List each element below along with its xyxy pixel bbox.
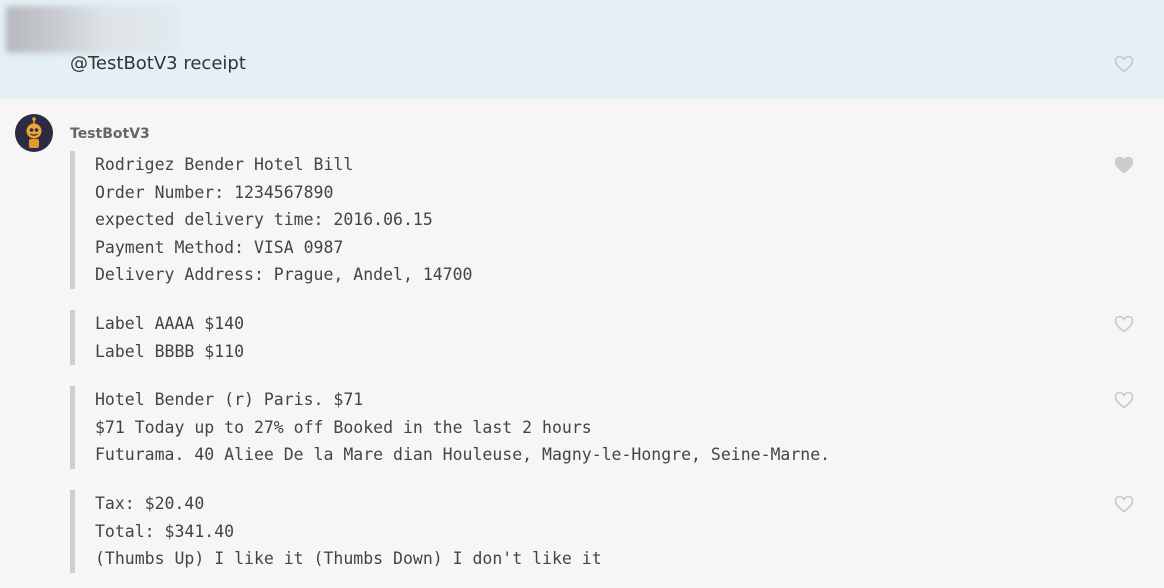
- like-heart-icon[interactable]: [1114, 495, 1134, 513]
- block-line: (Thumbs Up) I like it (Thumbs Down) I do…: [95, 549, 602, 569]
- like-heart-icon-filled[interactable]: [1114, 156, 1134, 174]
- like-heart-icon[interactable]: [1114, 55, 1134, 73]
- block-line: Delivery Address: Prague, Andel, 14700: [95, 265, 473, 285]
- block-line: Order Number: 1234567890: [95, 182, 334, 202]
- block-line: Futurama. 40 Aliee De la Mare dian Houle…: [95, 445, 831, 465]
- like-heart-icon[interactable]: [1114, 391, 1134, 409]
- user-message: @TestBotV3 receipt: [0, 0, 1164, 99]
- hotel-info-block: Hotel Bender (r) Paris. $71 $71 Today up…: [70, 386, 830, 469]
- block-line: Hotel Bender (r) Paris. $71: [95, 390, 364, 409]
- block-line: Label BBBB $110: [95, 341, 245, 361]
- bot-name: TestBotV3: [70, 126, 150, 142]
- block-line: expected delivery time: 2016.06.15: [95, 210, 433, 230]
- like-heart-icon[interactable]: [1114, 315, 1134, 333]
- block-line: Payment Method: VISA 0987: [95, 237, 344, 257]
- bot-avatar[interactable]: [15, 114, 53, 152]
- receipt-header-block: Rodrigez Bender Hotel Bill Order Number:…: [70, 151, 473, 289]
- user-message-text: @TestBotV3 receipt: [70, 53, 246, 74]
- block-line: Tax: $20.40: [95, 494, 205, 513]
- block-line: Total: $341.40: [95, 521, 235, 541]
- block-line: Label AAAA $140: [95, 314, 245, 333]
- totals-block: Tax: $20.40 Total: $341.40 (Thumbs Up) I…: [70, 490, 602, 573]
- block-line: Rodrigez Bender Hotel Bill: [95, 155, 354, 174]
- block-line: $71 Today up to 27% off Booked in the la…: [95, 417, 592, 437]
- line-items-block: Label AAAA $140 Label BBBB $110: [70, 310, 244, 365]
- blurred-username: [6, 6, 179, 53]
